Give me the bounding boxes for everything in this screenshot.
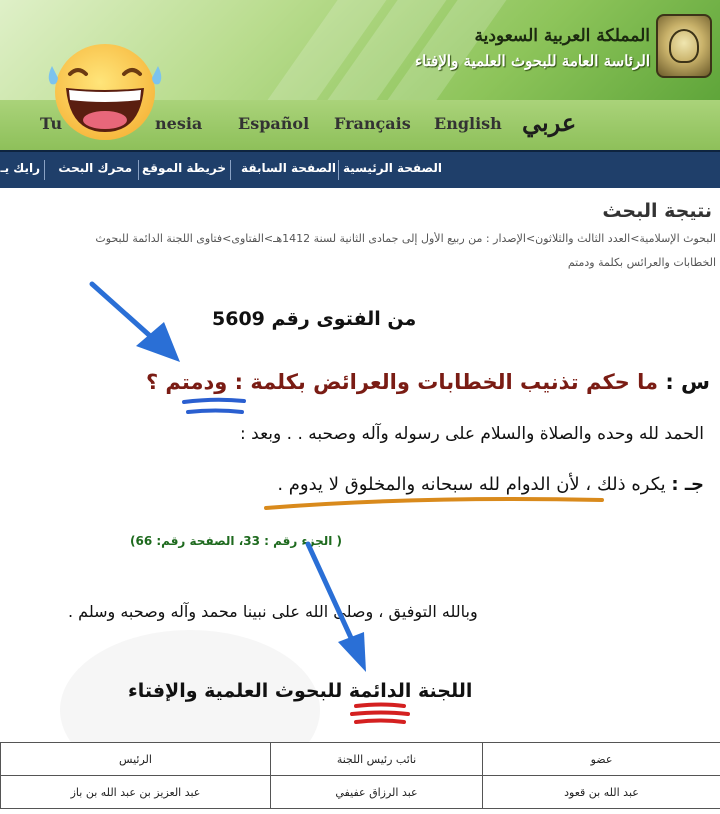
- orange-underline: [264, 497, 604, 510]
- table-row: الرئيس نائب رئيس اللجنة عضو: [0, 742, 720, 776]
- nav-divider: [338, 160, 339, 180]
- chairman-name: عبد العزيز بن عبد الله بن باز: [0, 775, 271, 809]
- question-label: س :: [665, 370, 710, 394]
- signatories-table: الرئيس نائب رئيس اللجنة عضو عبد العزيز ب…: [0, 742, 720, 809]
- question-text: ما حكم تذنيب الخطابات والعرائض بكلمة :: [234, 370, 658, 394]
- nav-feedback[interactable]: رايك يـ: [1, 161, 41, 175]
- main-nav: الصفحة الرئيسية الصفحة السابقة خريطة الم…: [0, 150, 720, 188]
- nav-sitemap[interactable]: خريطة الموقع: [142, 161, 226, 175]
- nav-search-engine[interactable]: محرك البحث: [58, 161, 132, 175]
- red-underline: [350, 702, 410, 724]
- fatwa-question: س : ما حكم تذنيب الخطابات والعرائض بكلمة…: [146, 370, 710, 394]
- page-title: نتيجة البحث: [602, 200, 712, 222]
- nav-home[interactable]: الصفحة الرئيسية: [343, 161, 442, 175]
- table-header-member: عضو: [482, 742, 720, 776]
- answer-text: يكره ذلك ، لأن الدوام لله سبحانه والمخلو…: [277, 474, 666, 495]
- lang-spanish-link[interactable]: Español: [238, 114, 309, 133]
- blue-arrow-icon: [89, 281, 180, 362]
- table-header-chairman: الرئيس: [0, 742, 271, 776]
- question-keyword: ودمتم ؟: [145, 370, 228, 394]
- emblem-icon[interactable]: [656, 14, 712, 78]
- vice-chairman-name: عبد الرزاق عفيفي: [270, 775, 483, 809]
- lang-english-link[interactable]: English: [434, 114, 502, 133]
- fatwa-number: من الفتوى رقم 5609: [212, 308, 417, 330]
- nav-previous-page[interactable]: الصفحة السابقة: [241, 161, 336, 175]
- volume-page-reference: ( الجزء رقم : 33، الصفحة رقم: 66): [130, 534, 343, 548]
- committee-name: اللجنة الدائمة للبحوث العلمية والإفتاء: [128, 680, 473, 702]
- answer-label: جـ :: [671, 474, 704, 495]
- lang-arabic-link[interactable]: عربي: [522, 108, 576, 137]
- blue-underline: [182, 397, 246, 414]
- nav-divider: [230, 160, 231, 180]
- member-name: عبد الله بن قعود: [482, 775, 720, 809]
- fatwa-answer: جـ : يكره ذلك ، لأن الدوام لله سبحانه وا…: [277, 474, 704, 495]
- breadcrumb-continuation[interactable]: الخطابات والعرائس بكلمة ودمتم: [568, 256, 716, 269]
- table-header-vice-chairman: نائب رئيس اللجنة: [270, 742, 483, 776]
- fatwa-praise: الحمد لله وحده والصلاة والسلام على رسوله…: [240, 424, 704, 444]
- breadcrumb[interactable]: البحوث الإسلامية>العدد الثالث والثلاثون>…: [4, 232, 716, 245]
- presidency-title: الرئاسة العامة للبحوث العلمية والإفتاء: [415, 52, 650, 70]
- nav-divider: [44, 160, 45, 180]
- fatwa-closing: وبالله التوفيق ، وصلى الله على نبينا محم…: [68, 602, 478, 621]
- nav-divider: [138, 160, 139, 180]
- laughing-emoji-icon: [48, 44, 162, 140]
- table-row: عبد العزيز بن عبد الله بن باز عبد الرزاق…: [0, 775, 720, 809]
- lang-french-link[interactable]: Français: [334, 114, 411, 133]
- kingdom-title: المملكة العربية السعودية: [474, 26, 650, 46]
